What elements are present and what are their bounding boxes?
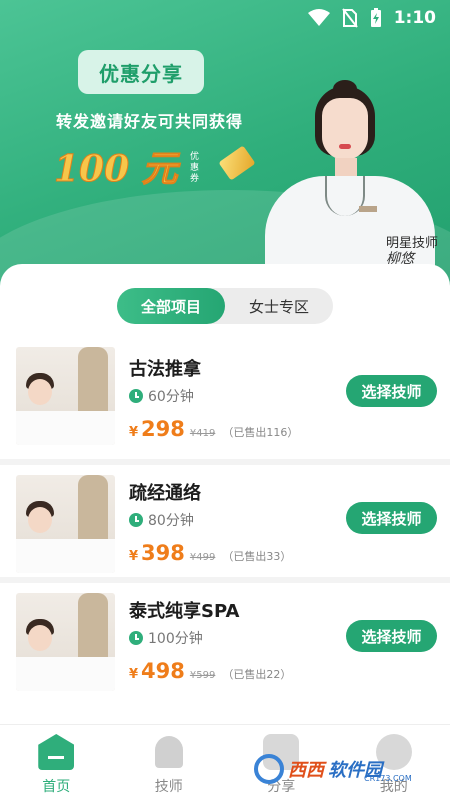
service-title: 泰式纯享SPA bbox=[129, 601, 240, 622]
tab-all-services[interactable]: 全部项目 bbox=[117, 288, 225, 324]
service-thumbnail bbox=[16, 347, 115, 445]
tab-women-zone[interactable]: 女士专区 bbox=[225, 288, 333, 324]
promo-title: 优惠分享 bbox=[78, 50, 204, 94]
status-bar: 1:10 bbox=[0, 0, 450, 36]
service-title: 古法推拿 bbox=[129, 359, 201, 380]
sold-count: （已售出116） bbox=[222, 426, 299, 439]
nav-technician[interactable]: 技师 bbox=[113, 725, 226, 799]
original-price: ¥599 bbox=[189, 670, 216, 681]
service-thumbnail bbox=[16, 475, 115, 573]
watermark: 西西 软件园 CR173.COM bbox=[254, 752, 434, 786]
service-card[interactable]: 疏经通络 80分钟 ¥ 398 ¥499 （已售出33） 选择技师 bbox=[0, 459, 450, 577]
promo-banner[interactable]: 优惠分享 转发邀请好友可共同获得 100 元 优惠券 明星技师 柳悠 bbox=[0, 0, 450, 290]
service-title: 疏经通络 bbox=[129, 483, 201, 504]
nav-label: 技师 bbox=[154, 779, 183, 795]
current-price: 398 bbox=[141, 541, 185, 565]
service-thumbnail bbox=[16, 593, 115, 691]
battery-charging-icon bbox=[370, 8, 381, 27]
promo-subtitle: 转发邀请好友可共同获得 bbox=[56, 112, 244, 131]
original-price: ¥499 bbox=[189, 552, 216, 563]
category-tabs: 全部项目 女士专区 bbox=[117, 288, 333, 324]
duration-text: 100分钟 bbox=[148, 631, 203, 647]
clock-time: 1:10 bbox=[393, 8, 436, 28]
currency-symbol: ¥ bbox=[129, 425, 139, 440]
watermark-brand: 西西 bbox=[288, 760, 324, 781]
service-card[interactable]: 古法推拿 60分钟 ¥ 298 ¥419 （已售出116） 选择技师 bbox=[0, 347, 450, 459]
promo-amount: 100 元 bbox=[54, 148, 179, 191]
home-icon bbox=[38, 734, 75, 770]
select-technician-button[interactable]: 选择技师 bbox=[346, 375, 437, 407]
watermark-logo-icon bbox=[254, 754, 284, 784]
no-sim-icon bbox=[341, 8, 358, 28]
service-duration: 100分钟 bbox=[129, 628, 203, 648]
sold-count: （已售出33） bbox=[222, 550, 292, 563]
select-technician-button[interactable]: 选择技师 bbox=[346, 620, 437, 652]
duration-text: 60分钟 bbox=[148, 389, 194, 405]
nav-home[interactable]: 首页 bbox=[0, 725, 113, 799]
currency-symbol: ¥ bbox=[129, 667, 139, 682]
clock-icon bbox=[129, 389, 143, 403]
watermark-url: CR173.COM bbox=[364, 774, 412, 783]
price-row: ¥ 398 ¥499 （已售出33） bbox=[129, 541, 291, 565]
service-duration: 60分钟 bbox=[129, 386, 194, 406]
clock-icon bbox=[129, 631, 143, 645]
wifi-icon bbox=[307, 9, 330, 26]
current-price: 298 bbox=[141, 417, 185, 441]
service-card[interactable]: 泰式纯享SPA 100分钟 ¥ 498 ¥599 （已售出22） 选择技师 bbox=[0, 577, 450, 695]
service-duration: 80分钟 bbox=[129, 510, 194, 530]
currency-symbol: ¥ bbox=[129, 549, 139, 564]
technician-icon bbox=[151, 734, 187, 770]
price-row: ¥ 498 ¥599 （已售出22） bbox=[129, 659, 291, 683]
nav-label: 首页 bbox=[42, 779, 71, 795]
model-image bbox=[255, 80, 445, 290]
content-panel: 全部项目 女士专区 古法推拿 60分钟 ¥ 298 ¥419 （已售出116） … bbox=[0, 264, 450, 724]
promo-unit: 优惠券 bbox=[190, 152, 200, 184]
original-price: ¥419 bbox=[189, 428, 216, 439]
coupon-icon bbox=[218, 145, 256, 181]
current-price: 498 bbox=[141, 659, 185, 683]
service-list: 古法推拿 60分钟 ¥ 298 ¥419 （已售出116） 选择技师 疏经通络 … bbox=[0, 347, 450, 695]
clock-icon bbox=[129, 513, 143, 527]
price-row: ¥ 298 ¥419 （已售出116） bbox=[129, 417, 298, 441]
select-technician-button[interactable]: 选择技师 bbox=[346, 502, 437, 534]
duration-text: 80分钟 bbox=[148, 513, 194, 529]
sold-count: （已售出22） bbox=[222, 668, 292, 681]
